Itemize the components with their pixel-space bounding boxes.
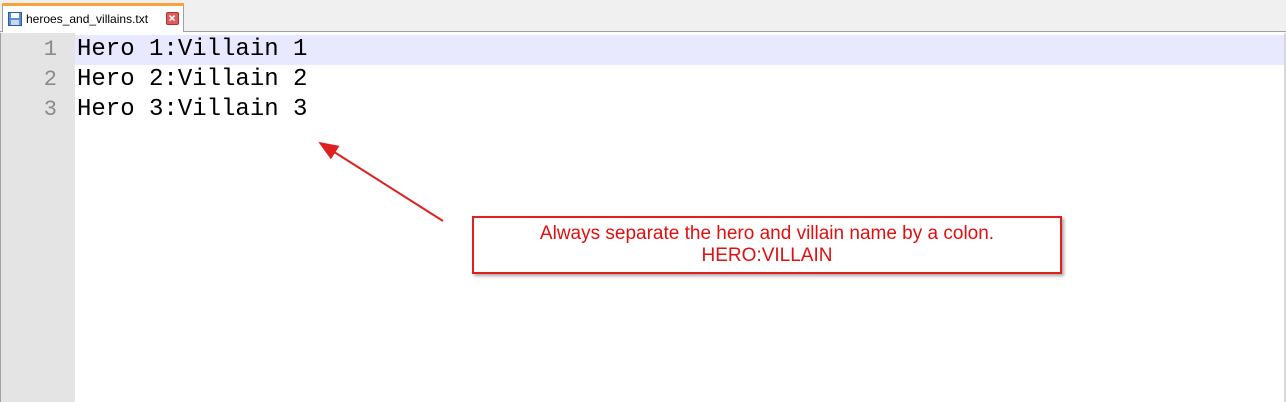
notepad-window: heroes_and_villains.txt 1 2 3 Hero 1:Vil… <box>0 0 1286 402</box>
annotation-callout: Always separate the hero and villain nam… <box>472 216 1062 274</box>
annotation-text-line-2: HERO:VILLAIN <box>701 245 833 266</box>
annotation-text-line-1: Always separate the hero and villain nam… <box>539 223 995 244</box>
annotation-arrow <box>318 141 444 222</box>
